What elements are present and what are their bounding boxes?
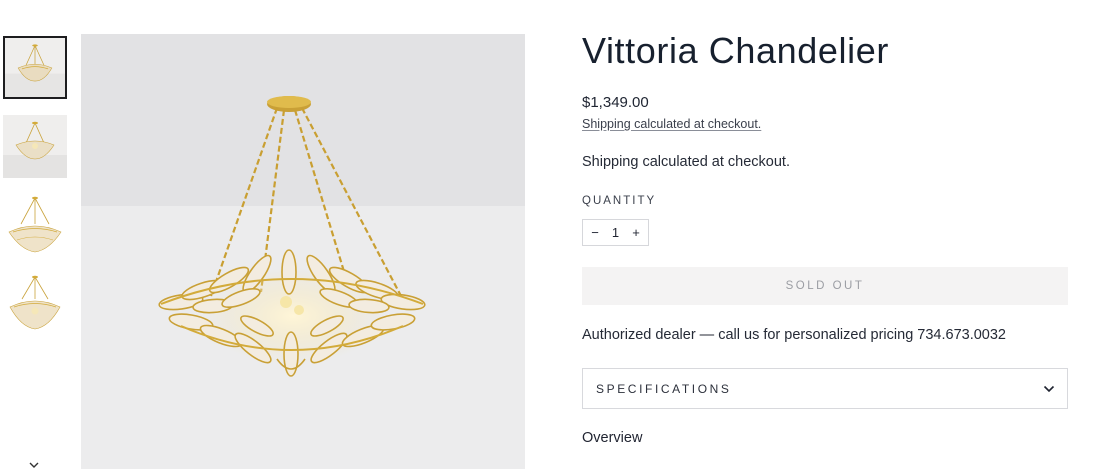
quantity-input[interactable]: 1 xyxy=(612,225,619,240)
thumbnail-1[interactable] xyxy=(3,36,67,99)
quantity-increment-button[interactable]: + xyxy=(630,225,642,240)
thumbnail-2[interactable] xyxy=(3,115,67,178)
quantity-stepper: − 1 + xyxy=(582,219,649,246)
shipping-note: Shipping calculated at checkout. xyxy=(582,154,790,170)
quantity-label: QUANTITY xyxy=(582,195,657,207)
product-price: $1,349.00 xyxy=(582,94,649,111)
product-main-image[interactable] xyxy=(81,34,525,469)
chandelier-thumbnail-image xyxy=(3,115,67,178)
sold-out-button[interactable]: SOLD OUT xyxy=(582,267,1068,305)
chandelier-thumbnail-image xyxy=(3,194,67,257)
product-title: Vittoria Chandelier xyxy=(582,30,889,71)
chandelier-thumbnail-image xyxy=(5,38,65,97)
chevron-down-icon[interactable] xyxy=(28,458,40,469)
overview-heading: Overview xyxy=(582,430,643,446)
thumbnail-3[interactable] xyxy=(3,194,67,257)
thumbnail-4[interactable] xyxy=(3,273,67,336)
dealer-note: Authorized dealer — call us for personal… xyxy=(582,327,1006,343)
chandelier-thumbnail-image xyxy=(3,273,67,336)
shipping-policy-link[interactable]: Shipping calculated at checkout. xyxy=(582,117,761,131)
specifications-label: SPECIFICATIONS xyxy=(596,381,732,396)
specifications-accordion[interactable]: SPECIFICATIONS xyxy=(582,368,1068,409)
quantity-decrement-button[interactable]: − xyxy=(589,225,601,240)
chevron-down-icon xyxy=(1043,385,1055,392)
